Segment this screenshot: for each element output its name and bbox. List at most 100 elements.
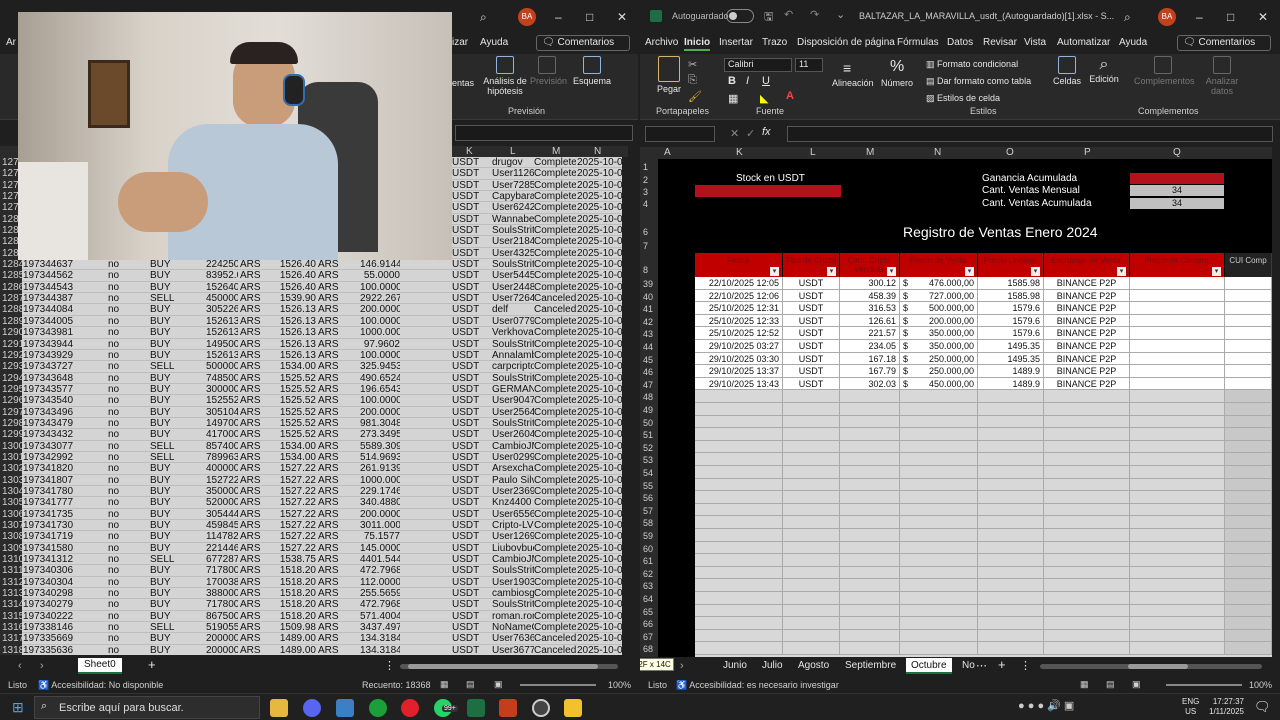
table-cell[interactable]: 4598459.4 xyxy=(206,520,238,531)
row-number[interactable]: 1294 xyxy=(0,372,22,384)
table-cell[interactable]: 2025-10-0 xyxy=(577,520,622,531)
table-cell[interactable]: ARS xyxy=(318,339,358,350)
table-cell[interactable]: Arsexchan xyxy=(492,463,534,474)
paste-button[interactable]: Pegar xyxy=(654,56,684,94)
row-header[interactable]: 50 xyxy=(643,418,653,428)
table-cell[interactable] xyxy=(783,428,840,441)
table-cell[interactable]: USDT xyxy=(452,509,490,520)
table-cell[interactable]: Verkhovan xyxy=(492,327,534,338)
table-cell[interactable] xyxy=(900,617,915,630)
zoom-level[interactable]: 100% xyxy=(1249,680,1272,690)
table-cell[interactable] xyxy=(1130,365,1225,378)
table-cell[interactable] xyxy=(978,491,1044,504)
table-cell[interactable]: 197343479 xyxy=(23,418,107,429)
table-cell[interactable]: 100.0000 xyxy=(360,316,400,327)
table-cell[interactable] xyxy=(978,403,1044,416)
table-cell[interactable]: USDT xyxy=(452,543,490,554)
table-cell[interactable] xyxy=(1044,491,1130,504)
tab-sheet0[interactable]: Sheet0 xyxy=(78,658,122,674)
table-cell[interactable]: ARS xyxy=(240,486,276,497)
table-cell[interactable]: ARS xyxy=(240,429,276,440)
table-cell[interactable]: 2025-10-0 xyxy=(577,350,622,361)
table-cell[interactable]: 1518.20 xyxy=(278,577,316,588)
col-header-a[interactable]: A xyxy=(664,147,671,158)
table-cell[interactable] xyxy=(978,478,1044,492)
add-ins-button[interactable]: Complementos xyxy=(1134,56,1195,86)
table-cell[interactable]: no xyxy=(108,304,148,315)
table-header-cell[interactable]: CUI Comp xyxy=(1225,253,1272,277)
row-number[interactable]: 1317 xyxy=(0,633,22,645)
table-cell[interactable]: ARS xyxy=(240,384,276,395)
table-cell[interactable]: 1000.0000 xyxy=(360,475,400,486)
row-header[interactable]: 3 xyxy=(643,187,648,197)
table-cell[interactable] xyxy=(783,579,840,592)
table-cell[interactable]: Cripto-LV xyxy=(492,520,534,531)
col-header-m[interactable]: M xyxy=(866,147,874,158)
table-cell[interactable]: 114782.34 xyxy=(206,531,238,542)
accessibility-status[interactable]: ♿ Accesibilidad: No disponible xyxy=(38,680,163,691)
table-cell[interactable] xyxy=(1225,314,1272,328)
table-cell[interactable] xyxy=(900,390,915,403)
table-cell[interactable]: SELL xyxy=(150,622,204,633)
table-cell[interactable]: 25/10/2025 12:33 xyxy=(695,314,783,328)
table-cell[interactable] xyxy=(978,617,1044,630)
table-cell[interactable]: ARS xyxy=(318,429,358,440)
table-cell[interactable] xyxy=(1130,440,1225,454)
table-cell[interactable]: no xyxy=(108,373,148,384)
table-cell[interactable]: Completed xyxy=(534,565,576,576)
table-cell[interactable] xyxy=(1044,642,1130,655)
table-cell[interactable]: 350.000,00 xyxy=(915,327,978,340)
tab-octubre[interactable]: Octubre xyxy=(906,658,952,674)
table-cell[interactable]: BUY xyxy=(150,418,204,429)
table-cell[interactable] xyxy=(915,453,978,466)
table-cell[interactable]: 2025-10-0 xyxy=(577,384,622,395)
borders-icon[interactable]: ▦ xyxy=(728,92,738,105)
table-cell[interactable]: Completed xyxy=(534,520,576,531)
table-cell[interactable]: 152552.00 xyxy=(206,395,238,406)
table-cell[interactable] xyxy=(695,604,783,618)
row-header[interactable]: 54 xyxy=(643,468,653,478)
table-cell[interactable]: 2025-10-0 xyxy=(577,202,622,213)
table-cell[interactable] xyxy=(900,604,915,618)
table-cell[interactable] xyxy=(1130,503,1225,517)
table-cell[interactable]: BUY xyxy=(150,384,204,395)
table-cell[interactable]: ARS xyxy=(318,384,358,395)
table-row[interactable]: 1317197335669noBUY200000.00ARS1489.00ARS… xyxy=(0,633,622,645)
table-cell[interactable]: 197342992 xyxy=(23,452,107,463)
row-header[interactable]: 68 xyxy=(643,644,653,654)
table-cell[interactable] xyxy=(1225,327,1272,340)
table-cell[interactable]: 1585.98 xyxy=(978,277,1044,290)
page-layout-icon[interactable]: ▤ xyxy=(466,679,475,690)
table-cell[interactable] xyxy=(1130,566,1225,580)
row-number[interactable]: 1312 xyxy=(0,576,22,589)
table-cell[interactable]: SoulsStrit xyxy=(492,339,534,350)
cancel-icon[interactable]: ✕ xyxy=(730,127,739,140)
table-cell[interactable]: no xyxy=(108,486,148,497)
table-cell[interactable]: 717800.00 xyxy=(206,599,238,610)
row-number[interactable]: 1301 xyxy=(0,451,22,464)
table-row[interactable]: 1314197340279noBUY717800.00ARS1518.20ARS… xyxy=(0,599,622,611)
table-cell[interactable]: ARS xyxy=(240,463,276,474)
table-cell[interactable] xyxy=(1225,377,1272,391)
row-number[interactable]: 1295 xyxy=(0,383,22,396)
table-cell[interactable] xyxy=(1044,478,1130,492)
table-cell[interactable]: ARS xyxy=(318,497,358,508)
table-cell[interactable]: Knz4400 xyxy=(492,497,534,508)
tab-junio[interactable]: Junio xyxy=(723,660,747,671)
table-cell[interactable]: roman.rom xyxy=(492,611,534,622)
table-cell[interactable]: 2025-10-0 xyxy=(577,282,622,293)
table-row[interactable] xyxy=(695,415,1272,429)
table-row[interactable]: 29/10/2025 03:27 USDT 234.05 $350.000,00 149… xyxy=(695,340,1272,353)
table-cell[interactable]: ARS xyxy=(240,645,276,655)
table-cell[interactable]: ARS xyxy=(240,270,276,281)
table-cell[interactable] xyxy=(695,415,783,429)
table-cell[interactable]: ARS xyxy=(318,395,358,406)
table-cell[interactable] xyxy=(783,592,840,605)
table-cell[interactable]: no xyxy=(108,259,148,270)
table-cell[interactable]: 1489.00 xyxy=(278,645,316,655)
table-cell[interactable]: no xyxy=(108,565,148,576)
table-cell[interactable] xyxy=(695,579,783,592)
table-cell[interactable] xyxy=(1225,642,1272,655)
row-number[interactable]: 1311 xyxy=(0,565,22,577)
row-number[interactable]: 1293 xyxy=(0,361,22,373)
